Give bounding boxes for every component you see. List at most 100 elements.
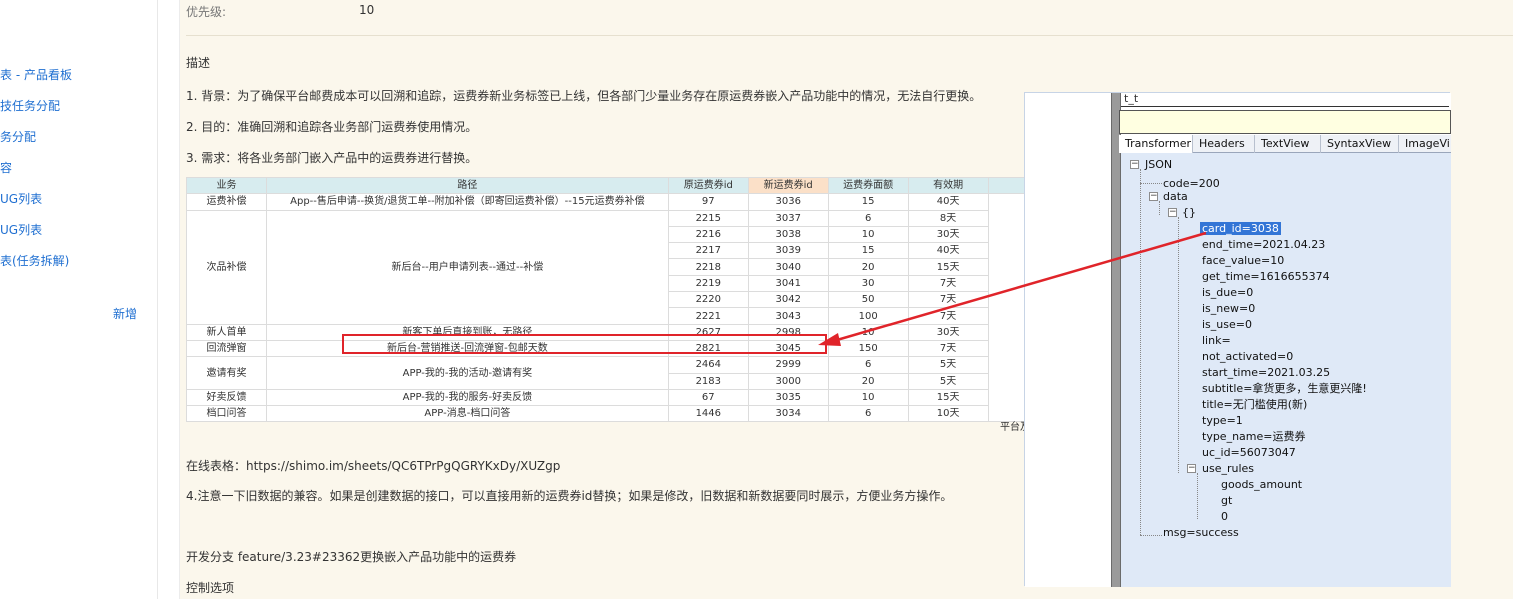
cell-old-id: 2216 (667, 225, 749, 244)
cell-amount: 6 (827, 356, 909, 374)
header-old-id: 原运费券id (667, 176, 749, 195)
cell-route: APP-消息-档口问答 (265, 405, 669, 423)
cell-old-id: 2464 (667, 356, 749, 374)
tree-node-data[interactable]: data (1163, 190, 1188, 203)
sidebar: 表 - 产品看板 技任务分配 务分配 容 UG列表 UG列表 表(任务拆解) 新… (0, 0, 158, 599)
tab-transformer[interactable]: Transformer (1119, 135, 1193, 153)
cell-old-id: 2215 (667, 209, 749, 227)
coupon-mapping-table: 业务 路径 原运费券id 新运费券id 运费券面额 有效期 运费补偿 App--… (186, 176, 1027, 423)
priority-value: 10 (359, 3, 375, 17)
tree-node-field[interactable]: face_value=10 (1202, 254, 1284, 267)
collapse-icon[interactable]: − (1130, 160, 1139, 169)
tree-node-json[interactable]: JSON (1145, 158, 1172, 171)
cell-amount: 20 (827, 258, 909, 276)
collapse-icon[interactable]: − (1168, 208, 1177, 217)
pane-splitter[interactable] (1111, 93, 1121, 587)
inspector-tab-bar: Transformer Headers TextView SyntaxView … (1119, 135, 1451, 153)
tab-imageview[interactable]: ImageVi (1399, 135, 1451, 153)
tree-guide (1140, 183, 1162, 184)
cell-new-id: 3034 (747, 405, 829, 423)
inspector-top-field[interactable]: t_t (1121, 93, 1449, 107)
collapse-icon[interactable]: − (1149, 192, 1158, 201)
header-new-id: 新运费券id (747, 176, 829, 195)
cell-new-id: 3041 (747, 274, 829, 293)
tree-node-rule[interactable]: 0 (1221, 510, 1228, 523)
cell-route: APP-我的-我的活动-邀请有奖 (265, 356, 669, 390)
tree-node-field[interactable]: start_time=2021.03.25 (1202, 366, 1330, 379)
cell-biz: 邀请有奖 (186, 356, 267, 390)
table-row: 好卖反馈 APP-我的-我的服务-好卖反馈 67 3035 10 15天 (186, 388, 1027, 407)
cell-validity: 7天 (907, 307, 989, 325)
tree-node-rule[interactable]: goods_amount (1221, 478, 1302, 491)
tree-node-object[interactable]: {} (1182, 206, 1196, 219)
add-button[interactable]: 新增 (113, 305, 137, 322)
cell-validity: 30天 (907, 323, 989, 341)
online-sheet-link[interactable]: 在线表格：https://shimo.im/sheets/QC6TPrPgQGR… (186, 457, 560, 474)
control-options-heading: 控制选项 (186, 581, 235, 595)
tree-node-rule[interactable]: gt (1221, 494, 1232, 507)
tree-node-field[interactable]: is_new=0 (1202, 302, 1255, 315)
sidebar-item-bug-list-2[interactable]: UG列表 (0, 221, 42, 238)
tree-node-field[interactable]: type=1 (1202, 414, 1243, 427)
cell-biz: 回流弹窗 (186, 339, 267, 358)
cell-validity: 15天 (907, 258, 989, 276)
sidebar-item-assign[interactable]: 务分配 (0, 128, 36, 145)
sidebar-item-bug-list-1[interactable]: UG列表 (0, 190, 42, 207)
table-row: 运费补偿 App--售后申请--换货/退货工单--附加补偿（即寄回运费补偿）--… (186, 193, 1026, 423)
tree-node-field[interactable]: is_due=0 (1202, 286, 1253, 299)
tree-node-field[interactable]: link= (1202, 334, 1231, 347)
tree-node-card-id-selected[interactable]: card_id=3038 (1200, 222, 1281, 235)
tree-node-field[interactable]: type_name=运费券 (1202, 430, 1306, 443)
cell-validity: 5天 (907, 372, 989, 390)
cell-validity: 30天 (907, 225, 989, 244)
tree-node-msg[interactable]: msg=success (1163, 526, 1239, 539)
tree-node-field[interactable]: subtitle=拿货更多，生意更兴隆! (1202, 382, 1367, 395)
tree-node-field[interactable]: not_activated=0 (1202, 350, 1293, 363)
json-tree: − JSON code=200 − data − {} card_id=3038… (1121, 153, 1451, 587)
cell-route: APP-我的-我的服务-好卖反馈 (265, 388, 669, 407)
cell-validity: 7天 (907, 291, 989, 309)
cell-new-id: 3039 (747, 242, 829, 260)
cell-new-id: 3036 (747, 193, 829, 211)
sidebar-item-content[interactable]: 容 (0, 159, 12, 176)
cell-validity: 10天 (907, 405, 989, 423)
tree-node-code[interactable]: code=200 (1163, 177, 1220, 190)
collapse-icon[interactable]: − (1187, 464, 1196, 473)
tree-node-field[interactable]: title=无门槛使用(新) (1202, 398, 1307, 411)
tree-node-use-rules[interactable]: use_rules (1202, 462, 1254, 475)
cell-extra (987, 193, 1026, 423)
cell-biz: 运费补偿 (186, 193, 267, 211)
cell-new-id: 2998 (747, 323, 829, 341)
cell-validity: 40天 (907, 242, 989, 260)
cell-old-id: 2221 (667, 307, 749, 325)
description-heading: 描述 (186, 56, 211, 70)
cell-amount: 150 (827, 339, 909, 358)
tree-guide (1140, 535, 1162, 536)
dev-branch: 开发分支 feature/3.23#23362更换嵌入产品功能中的运费券 (186, 550, 517, 564)
header-route: 路径 (265, 176, 669, 195)
sidebar-item-product-board[interactable]: 表 - 产品看板 (0, 66, 72, 83)
cell-validity: 7天 (907, 339, 989, 358)
sidebar-item-task-breakdown[interactable]: 表(任务拆解) (0, 252, 69, 269)
tree-node-field[interactable]: uc_id=56073047 (1202, 446, 1296, 459)
tree-guide (1140, 169, 1141, 535)
cell-biz: 新人首单 (186, 323, 267, 341)
tab-textview[interactable]: TextView (1255, 135, 1321, 153)
priority-label: 优先级: (186, 5, 227, 19)
cell-amount: 20 (827, 372, 909, 390)
cell-route: App--售后申请--换货/退货工单--附加补偿（即寄回运费补偿）--15元运费… (265, 193, 669, 211)
cell-old-id: 2821 (667, 339, 749, 358)
tree-node-field[interactable]: get_time=1616655374 (1202, 270, 1330, 283)
tab-syntaxview[interactable]: SyntaxView (1321, 135, 1399, 153)
tree-node-field[interactable]: end_time=2021.04.23 (1202, 238, 1325, 251)
cell-old-id: 2183 (667, 372, 749, 390)
table-row-highlighted: 新人首单 新客下单后直接到账，无路径 2627 2998 10 30天 (186, 323, 1027, 341)
tab-headers[interactable]: Headers (1193, 135, 1255, 153)
header-validity: 有效期 (907, 176, 989, 195)
cell-old-id: 2217 (667, 242, 749, 260)
cell-amount: 10 (827, 225, 909, 244)
sidebar-item-task-assign[interactable]: 技任务分配 (0, 97, 60, 114)
tree-node-field[interactable]: is_use=0 (1202, 318, 1252, 331)
cell-new-id: 3000 (747, 372, 829, 390)
cell-route: 新后台-营销推送-回流弹窗-包邮天数 (265, 339, 669, 358)
